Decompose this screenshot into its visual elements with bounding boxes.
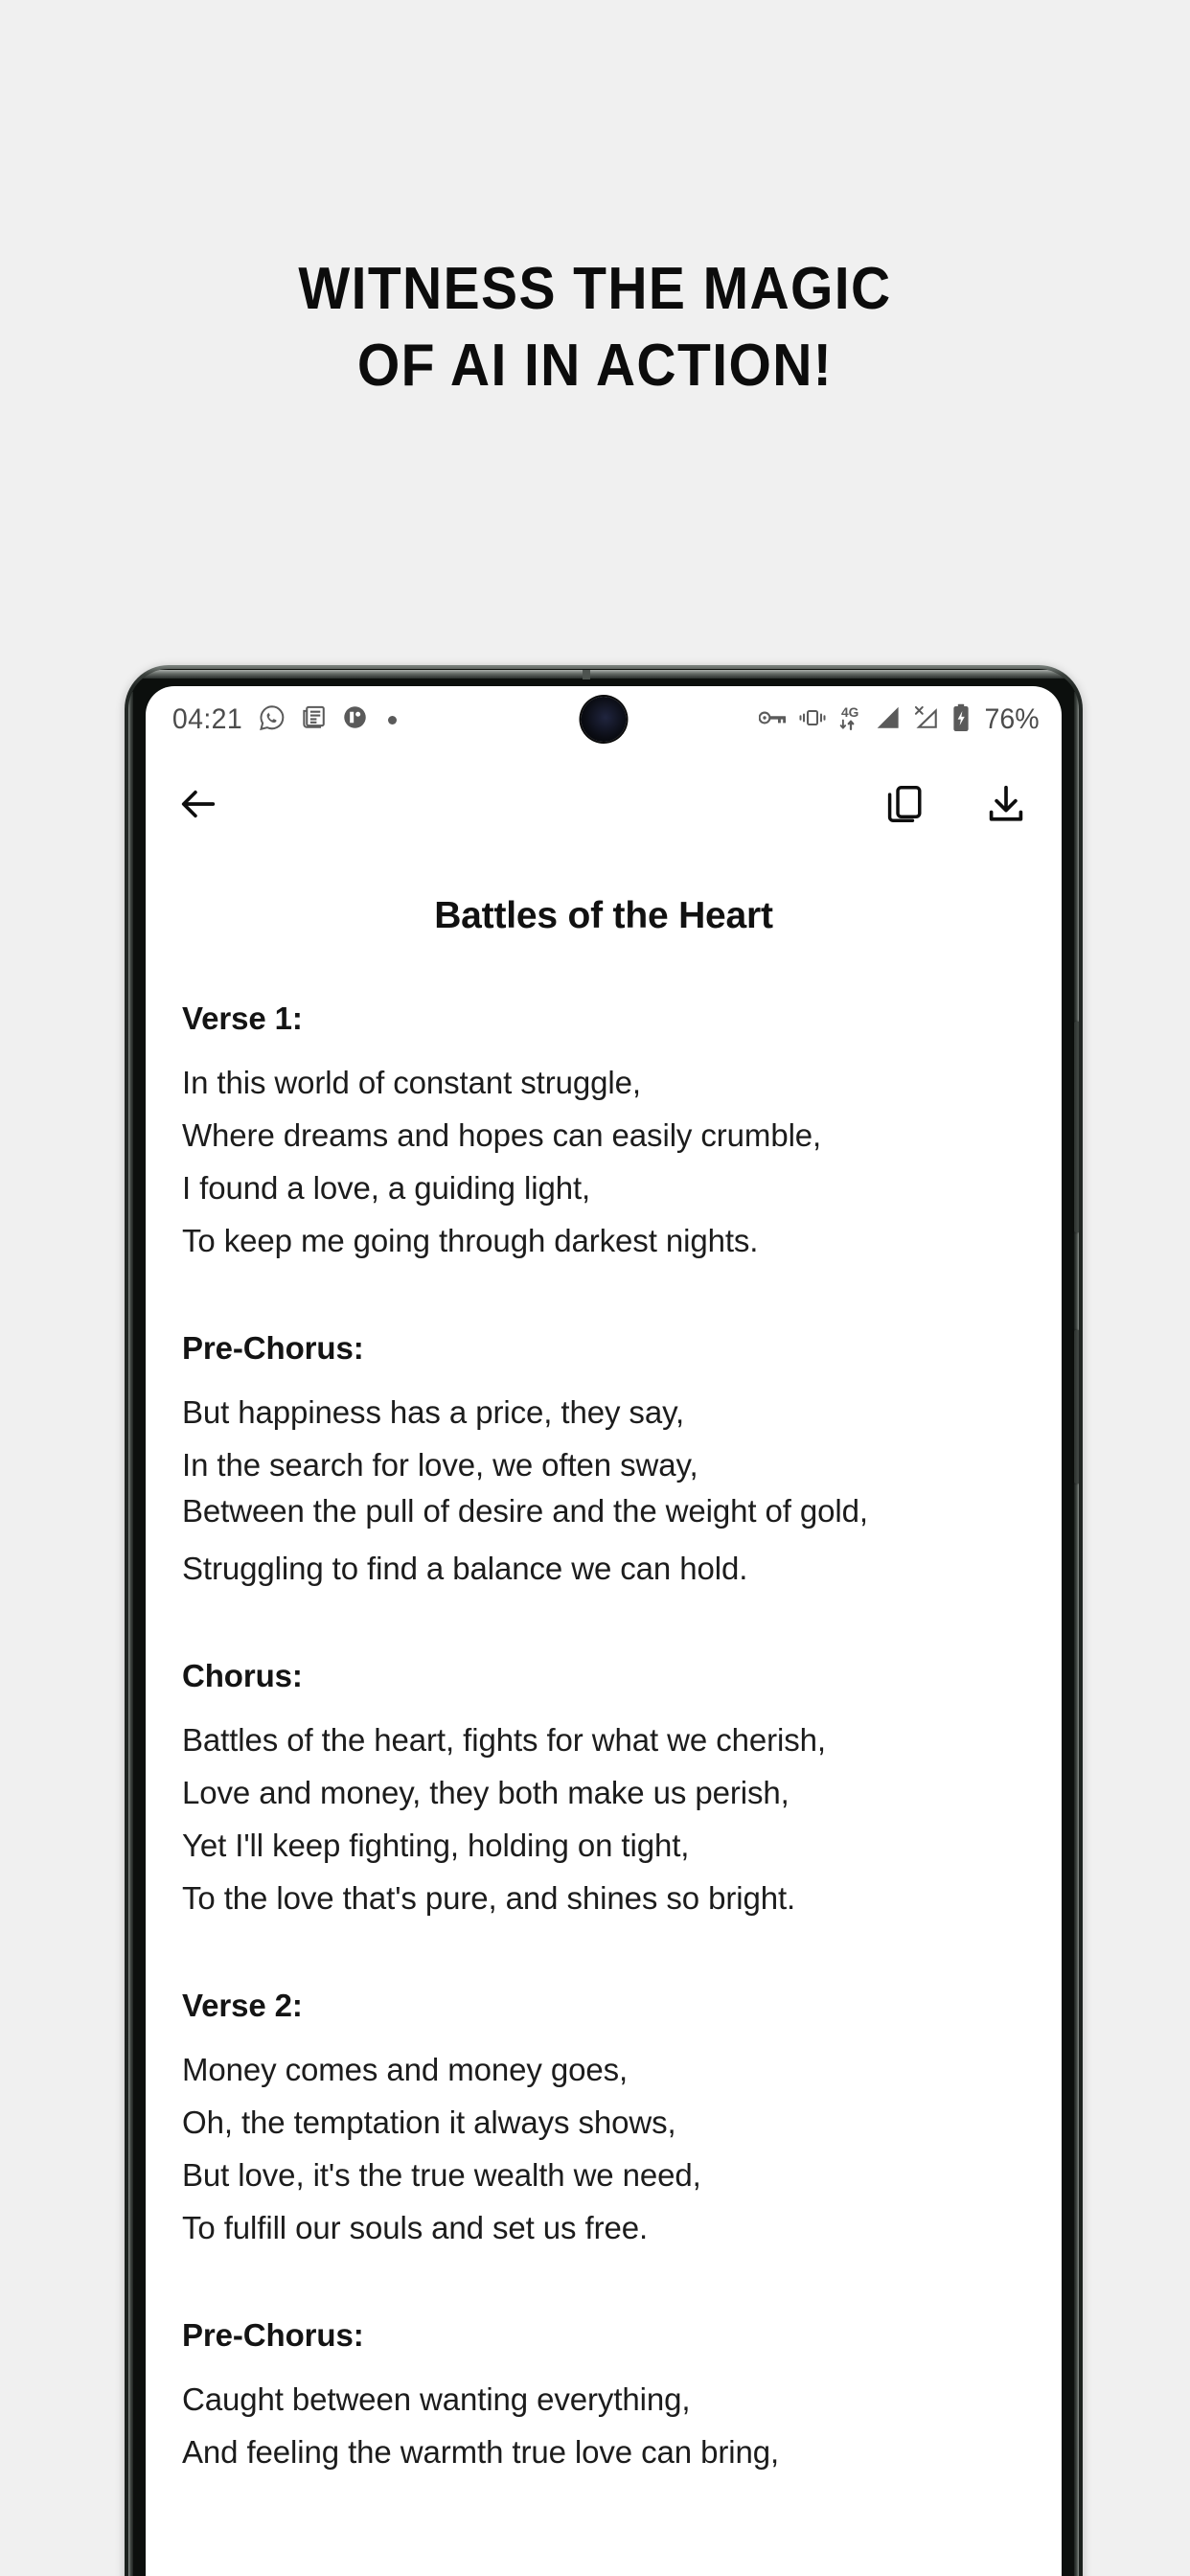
lyric-line: Love and money, they both make us perish… bbox=[182, 1775, 790, 1810]
battery-percent-label: 76% bbox=[984, 703, 1040, 735]
lyrics-section: Pre-Chorus: Caught between wanting every… bbox=[182, 2317, 1025, 2478]
volume-button[interactable] bbox=[1074, 1022, 1079, 1232]
song-title: Battles of the Heart bbox=[434, 895, 773, 936]
news-notification-icon bbox=[300, 703, 328, 736]
lyric-line: In the search for love, we often sway, bbox=[182, 1447, 698, 1483]
lyrics-section: Verse 1: In this world of constant strug… bbox=[182, 1000, 1025, 1267]
lyric-line: Where dreams and hopes can easily crumbl… bbox=[182, 1117, 822, 1153]
svg-text:4G: 4G bbox=[841, 704, 858, 719]
lyric-line: To fulfill our souls and set us free. bbox=[182, 2210, 649, 2245]
phone-antenna-line bbox=[583, 670, 590, 679]
signal-sim1-icon bbox=[875, 705, 903, 735]
back-arrow-icon[interactable] bbox=[176, 782, 220, 831]
phone-top-rail bbox=[138, 670, 1069, 678]
phone-mockup: 04:21 4G 76% Battles of the Heart Verse … bbox=[125, 665, 1083, 2576]
lyric-line: And feeling the warmth true love can bri… bbox=[182, 2434, 780, 2470]
lyric-line: Yet I'll keep fighting, holding on tight… bbox=[182, 1828, 690, 1863]
app-toolbar bbox=[146, 753, 1062, 859]
lyric-line: In this world of constant struggle, bbox=[182, 1065, 641, 1100]
app-toolbar-actions bbox=[883, 783, 1027, 830]
lyric-line: But love, it's the true wealth we need, bbox=[182, 2157, 701, 2193]
front-camera-punch-hole bbox=[581, 697, 627, 742]
lyric-line: Caught between wanting everything, bbox=[182, 2381, 691, 2417]
headline-line-1: WITNESS THE MAGIC bbox=[298, 256, 892, 322]
copy-icon[interactable] bbox=[883, 783, 926, 830]
section-heading: Verse 2: bbox=[182, 1988, 303, 2023]
phone-left-edge bbox=[128, 692, 133, 2576]
lyric-line: Between the pull of desire and the weigh… bbox=[182, 1493, 868, 1529]
phone-screen: 04:21 4G 76% Battles of the Heart Verse … bbox=[146, 686, 1062, 2576]
section-heading: Verse 1: bbox=[182, 1000, 303, 1036]
lyrics-section: Verse 2: Money comes and money goes, Oh,… bbox=[182, 1988, 1025, 2254]
lyrics-section: Pre-Chorus: But happiness has a price, t… bbox=[182, 1330, 1025, 1595]
lyric-line: I found a love, a guiding light, bbox=[182, 1170, 591, 1206]
phone-right-edge bbox=[1074, 692, 1079, 2576]
promo-page: WITNESS THE MAGIC OF AI IN ACTION! 04:21 bbox=[0, 0, 1190, 2576]
lyric-line: Struggling to find a balance we can hold… bbox=[182, 1551, 748, 1586]
reader-notification-icon bbox=[341, 703, 369, 736]
status-bar: 04:21 4G 76% bbox=[146, 686, 1062, 753]
headline-line-2: OF AI IN ACTION! bbox=[356, 333, 834, 399]
download-icon[interactable] bbox=[985, 783, 1027, 830]
vibrate-icon bbox=[798, 706, 827, 734]
lyrics-section: Chorus: Battles of the heart, fights for… bbox=[182, 1658, 1025, 1924]
whatsapp-icon bbox=[258, 703, 286, 737]
lyric-line: But happiness has a price, they say, bbox=[182, 1394, 685, 1430]
battery-charging-icon bbox=[951, 703, 971, 737]
lyrics-document: Battles of the Heart Verse 1: In this wo… bbox=[146, 895, 1062, 2478]
page-title: WITNESS THE MAGIC OF AI IN ACTION! bbox=[48, 251, 1143, 404]
power-button[interactable] bbox=[1074, 1330, 1079, 1484]
lyric-line: Oh, the temptation it always shows, bbox=[182, 2104, 676, 2140]
status-bar-left: 04:21 bbox=[171, 703, 398, 737]
4g-data-icon: 4G bbox=[837, 703, 864, 737]
lyric-line: Battles of the heart, fights for what we… bbox=[182, 1722, 826, 1758]
vpn-key-icon bbox=[758, 707, 788, 733]
lyric-line: To the love that's pure, and shines so b… bbox=[182, 1880, 796, 1916]
section-heading: Chorus: bbox=[182, 1658, 303, 1693]
phone-bezel: 04:21 4G 76% Battles of the Heart Verse … bbox=[128, 669, 1079, 2576]
lyric-line: Money comes and money goes, bbox=[182, 2052, 629, 2087]
lyric-line: To keep me going through darkest nights. bbox=[182, 1223, 759, 1258]
section-heading: Pre-Chorus: bbox=[182, 2317, 364, 2353]
status-bar-clock: 04:21 bbox=[172, 703, 243, 735]
status-bar-right: 4G 76% bbox=[758, 703, 1041, 737]
section-heading: Pre-Chorus: bbox=[182, 1330, 364, 1366]
more-notifications-dot bbox=[388, 715, 398, 724]
signal-sim2-off-icon bbox=[913, 705, 941, 735]
